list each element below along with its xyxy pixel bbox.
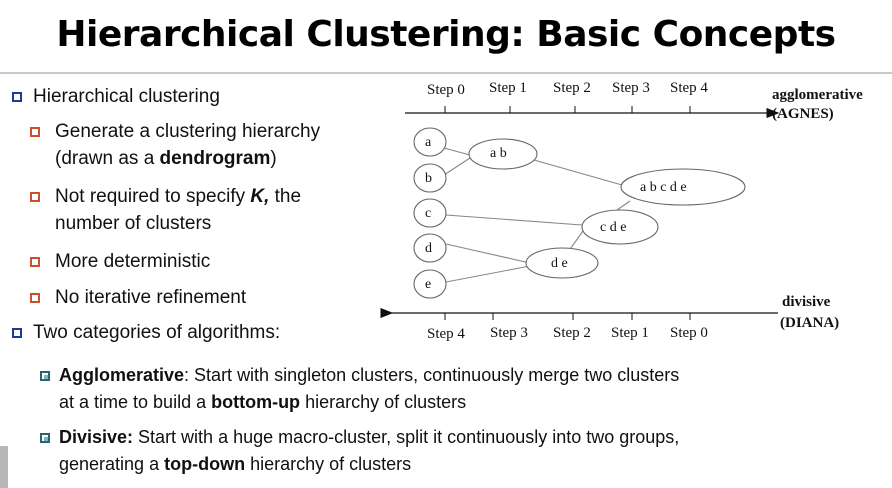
node-e-label: e bbox=[425, 277, 431, 292]
node-ab-label: a b bbox=[490, 146, 507, 161]
top-step-label: Step 0 bbox=[427, 82, 465, 98]
top-step-label: Step 2 bbox=[553, 80, 591, 96]
bottom-step-label: Step 2 bbox=[553, 325, 591, 341]
top-step-label: Step 3 bbox=[612, 80, 650, 96]
agnes-label: (AGNES) bbox=[772, 106, 834, 122]
top-step-label: Step 1 bbox=[489, 80, 527, 96]
node-cde-label: c d e bbox=[600, 220, 626, 235]
node-a-label: a bbox=[425, 135, 432, 150]
bottom-step-label: Step 3 bbox=[490, 325, 528, 341]
node-abcde-label: a b c d e bbox=[640, 180, 687, 195]
divisive-label: divisive bbox=[782, 294, 831, 310]
dendrogram-diagram: Step 0 Step 1 Step 2 Step 3 Step 4 agglo… bbox=[380, 80, 863, 342]
agglomerative-label: agglomerative bbox=[772, 87, 863, 103]
bottom-step-label: Step 4 bbox=[427, 326, 465, 342]
node-de-label: d e bbox=[551, 256, 568, 271]
node-c-label: c bbox=[425, 206, 431, 221]
node-d-label: d bbox=[425, 241, 432, 256]
node-b-label: b bbox=[425, 171, 432, 186]
diana-label: (DIANA) bbox=[780, 315, 839, 331]
top-step-label: Step 4 bbox=[670, 80, 708, 96]
slide: Hierarchical Clustering: Basic Concepts … bbox=[0, 0, 892, 488]
bottom-step-label: Step 1 bbox=[611, 325, 649, 341]
bottom-step-label: Step 0 bbox=[670, 325, 708, 341]
